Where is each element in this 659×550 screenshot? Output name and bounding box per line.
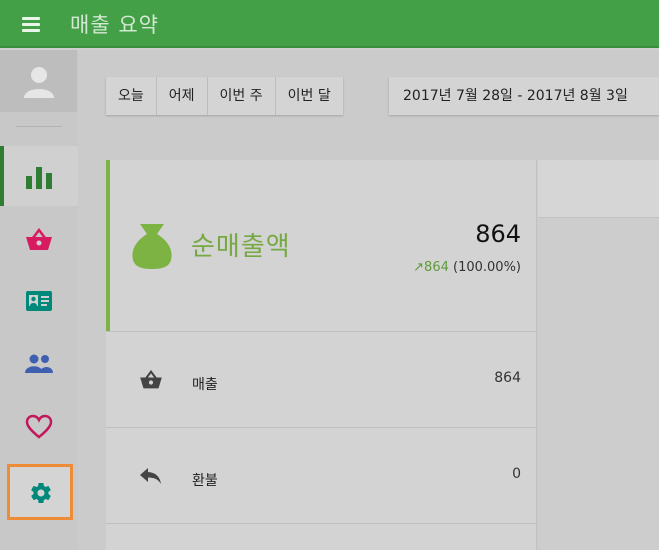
hamburger-menu-icon[interactable] bbox=[16, 11, 46, 37]
net-sales-change: ↗864 (100.00%) bbox=[413, 260, 521, 275]
date-range-buttons: 오늘 어제 이번 주 이번 달 bbox=[106, 77, 343, 115]
sidebar bbox=[0, 50, 78, 550]
summary-row-label: 매출 bbox=[192, 377, 218, 393]
net-sales-accent-bar bbox=[106, 160, 110, 331]
summary-row-sales[interactable]: 매출 864 bbox=[106, 332, 537, 428]
id-card-icon bbox=[26, 291, 52, 311]
page-title: 매출 요약 bbox=[70, 13, 159, 37]
heart-icon bbox=[25, 414, 53, 439]
range-button-this-month[interactable]: 이번 달 bbox=[276, 77, 343, 115]
range-button-today[interactable]: 오늘 bbox=[106, 77, 157, 115]
net-sales-section: 순매출액 864 ↗864 (100.00%) bbox=[106, 160, 537, 332]
shopping-basket-icon bbox=[26, 228, 52, 250]
sidebar-divider bbox=[16, 126, 62, 127]
sidebar-item-orders[interactable] bbox=[0, 210, 78, 270]
summary-row-refunds[interactable]: 환불 0 bbox=[106, 428, 537, 524]
avatar[interactable] bbox=[0, 50, 77, 112]
net-sales-title: 순매출액 bbox=[191, 232, 291, 262]
sidebar-item-settings[interactable] bbox=[7, 464, 73, 520]
range-button-yesterday[interactable]: 어제 bbox=[157, 77, 208, 115]
top-app-bar: 매출 요약 bbox=[0, 0, 659, 48]
net-sales-change-value: 864 bbox=[424, 260, 449, 275]
summary-row-label: 환불 bbox=[192, 473, 218, 489]
money-bag-icon bbox=[132, 224, 172, 269]
sales-summary-card: 순매출액 864 ↗864 (100.00%) 매출 864 환불 0 bbox=[106, 160, 537, 550]
summary-row-value: 0 bbox=[512, 466, 521, 482]
main-content: 오늘 어제 이번 주 이번 달 2017년 7월 28일 - 2017년 8월 … bbox=[78, 50, 659, 550]
sidebar-item-reports[interactable] bbox=[0, 146, 78, 206]
date-range-picker[interactable]: 2017년 7월 28일 - 2017년 8월 3일 bbox=[389, 77, 659, 115]
trend-up-icon: ↗ bbox=[413, 260, 425, 275]
shopping-basket-icon bbox=[140, 370, 162, 389]
bar-chart-icon bbox=[26, 167, 52, 189]
range-button-this-week[interactable]: 이번 주 bbox=[208, 77, 276, 115]
reply-arrow-icon bbox=[140, 468, 161, 484]
user-avatar-icon bbox=[24, 67, 54, 98]
secondary-card-header bbox=[538, 160, 659, 218]
summary-row-value: 864 bbox=[494, 370, 521, 386]
gear-icon bbox=[31, 483, 51, 504]
sidebar-item-customers[interactable] bbox=[0, 272, 78, 332]
sidebar-item-favorites[interactable] bbox=[0, 396, 78, 456]
net-sales-change-percent: (100.00%) bbox=[453, 260, 521, 275]
sidebar-item-users[interactable] bbox=[0, 334, 78, 394]
secondary-card-body bbox=[538, 218, 659, 550]
people-icon bbox=[25, 354, 53, 373]
net-sales-value: 864 bbox=[475, 220, 521, 248]
